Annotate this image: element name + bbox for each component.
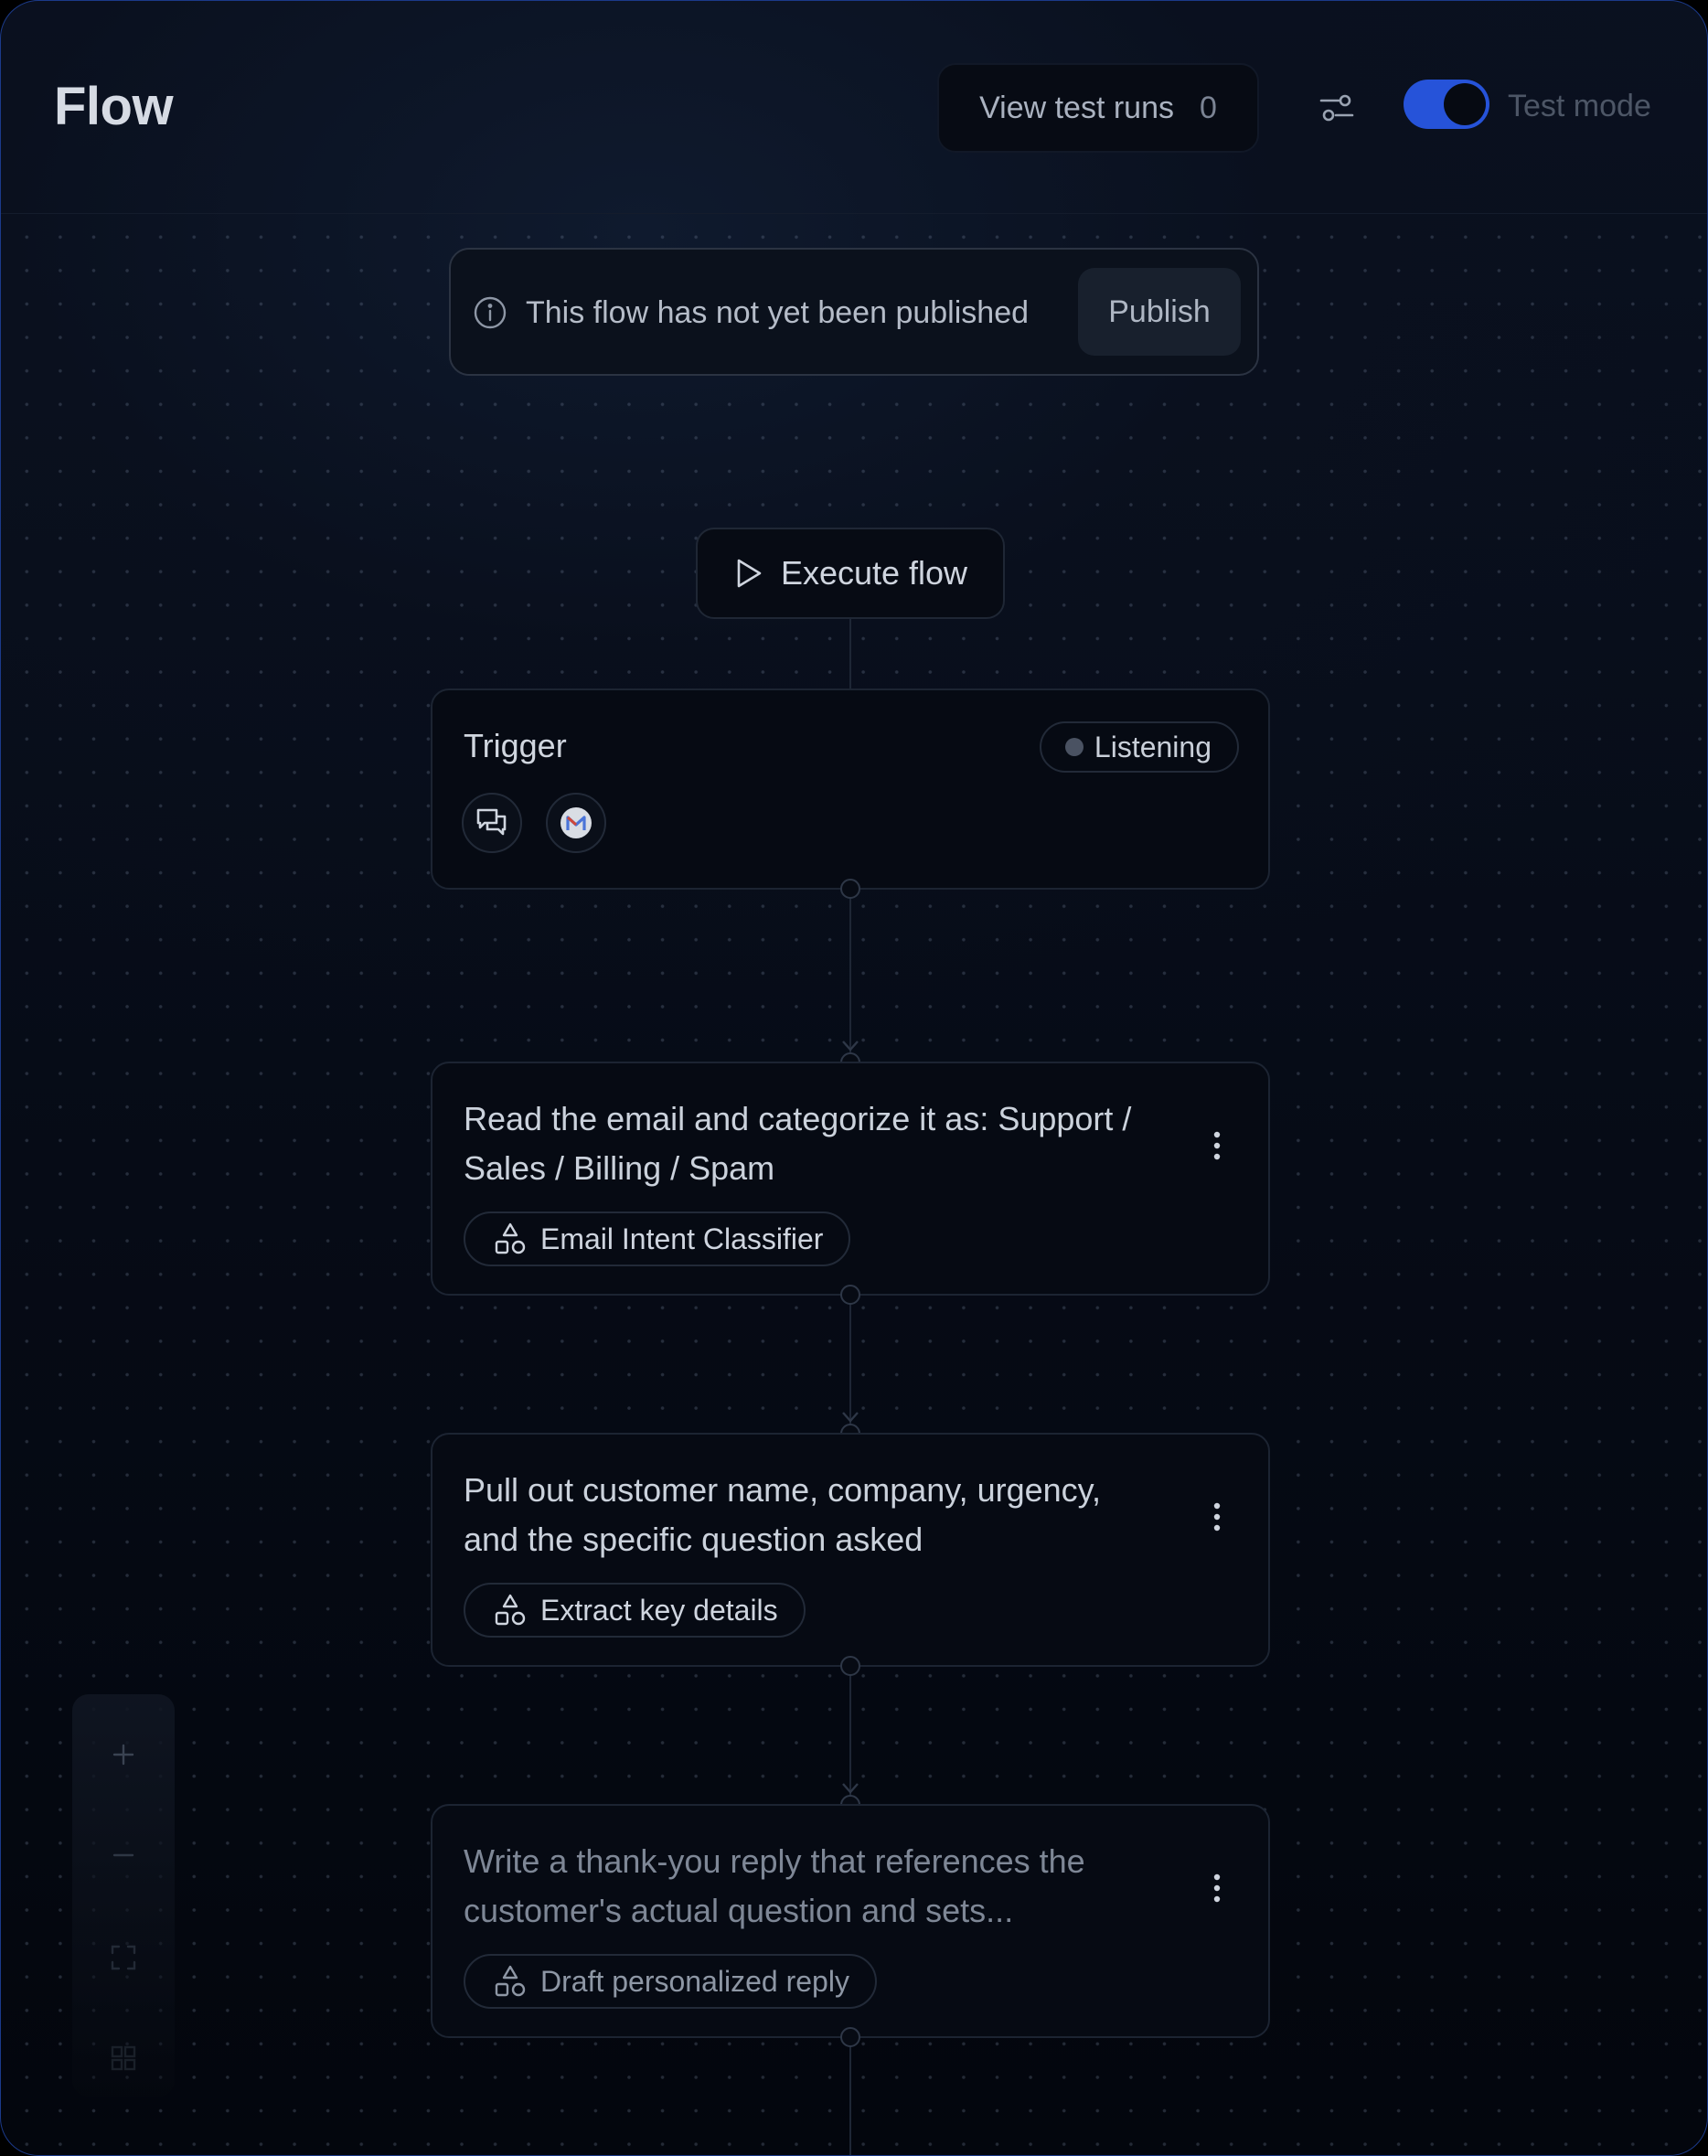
status-dot: [1064, 738, 1084, 756]
step-card[interactable]: Write a thank-you reply that references …: [431, 1804, 1270, 2038]
arrow-down-icon: [842, 1783, 859, 1794]
step-prompt: Read the email and categorize it as: Sup…: [464, 1100, 1132, 1187]
shapes-icon: [495, 1222, 526, 1254]
status-label: Listening: [1094, 730, 1212, 763]
arrow-down-icon: [842, 1412, 859, 1423]
connector-line: [849, 619, 851, 688]
minimap-icon[interactable]: [105, 2040, 142, 2076]
step-card[interactable]: Read the email and categorize it as: Sup…: [431, 1062, 1270, 1296]
more-options-icon[interactable]: [1213, 1127, 1221, 1164]
arrow-down-icon: [842, 1041, 859, 1051]
step-chip-label: Email Intent Classifier: [540, 1222, 824, 1255]
connector-port[interactable]: [840, 879, 860, 899]
page-title: Flow: [54, 77, 174, 136]
trigger-title: Trigger: [464, 727, 567, 764]
play-icon: [737, 559, 762, 588]
app-window: Flow View test runs 0 Test mode This flo…: [0, 0, 1708, 2156]
trigger-card[interactable]: Trigger Listening: [431, 688, 1270, 890]
execute-flow-button[interactable]: Execute flow: [696, 528, 1005, 619]
step-chip[interactable]: Email Intent Classifier: [464, 1211, 851, 1266]
execute-flow-label: Execute flow: [780, 554, 968, 592]
step-chip-label: Extract key details: [540, 1593, 778, 1627]
publish-button[interactable]: Publish: [1078, 268, 1241, 356]
chat-bubbles-icon[interactable]: [462, 793, 522, 853]
zoom-controls: [72, 1694, 175, 2097]
shapes-icon: [495, 1965, 526, 1997]
step-prompt: Write a thank-you reply that references …: [464, 1842, 1085, 1929]
connector-line: [849, 888, 851, 1052]
step-prompt: Pull out customer name, company, urgency…: [464, 1471, 1101, 1558]
zoom-in-icon[interactable]: [105, 1736, 142, 1773]
info-icon: [474, 296, 507, 329]
test-mode-toggle[interactable]: [1404, 80, 1489, 129]
step-card[interactable]: Pull out customer name, company, urgency…: [431, 1433, 1270, 1667]
settings-sliders-icon[interactable]: [1318, 89, 1356, 127]
step-chip[interactable]: Extract key details: [464, 1583, 806, 1638]
connector-port[interactable]: [840, 1656, 860, 1676]
toggle-knob: [1444, 83, 1486, 125]
connector-line: [849, 2036, 851, 2155]
gmail-icon[interactable]: [546, 793, 606, 853]
fit-view-icon[interactable]: [105, 1939, 142, 1976]
view-test-runs-label: View test runs: [979, 90, 1174, 125]
step-chip-label: Draft personalized reply: [540, 1964, 849, 1998]
zoom-out-icon[interactable]: [105, 1837, 142, 1873]
banner-message: This flow has not yet been published: [526, 295, 1030, 330]
test-mode-label: Test mode: [1508, 89, 1651, 123]
step-chip[interactable]: Draft personalized reply: [464, 1954, 877, 2009]
view-test-runs-button[interactable]: View test runs 0: [937, 63, 1259, 153]
connector-port[interactable]: [840, 2027, 860, 2047]
shapes-icon: [495, 1594, 526, 1626]
connector-port[interactable]: [840, 1285, 860, 1305]
more-options-icon[interactable]: [1213, 1870, 1221, 1906]
unpublished-banner: This flow has not yet been published Pub…: [449, 248, 1259, 376]
header: Flow View test runs 0 Test mode: [1, 1, 1707, 214]
status-badge: Listening: [1039, 721, 1239, 773]
more-options-icon[interactable]: [1213, 1499, 1221, 1535]
test-runs-count: 0: [1200, 90, 1217, 125]
